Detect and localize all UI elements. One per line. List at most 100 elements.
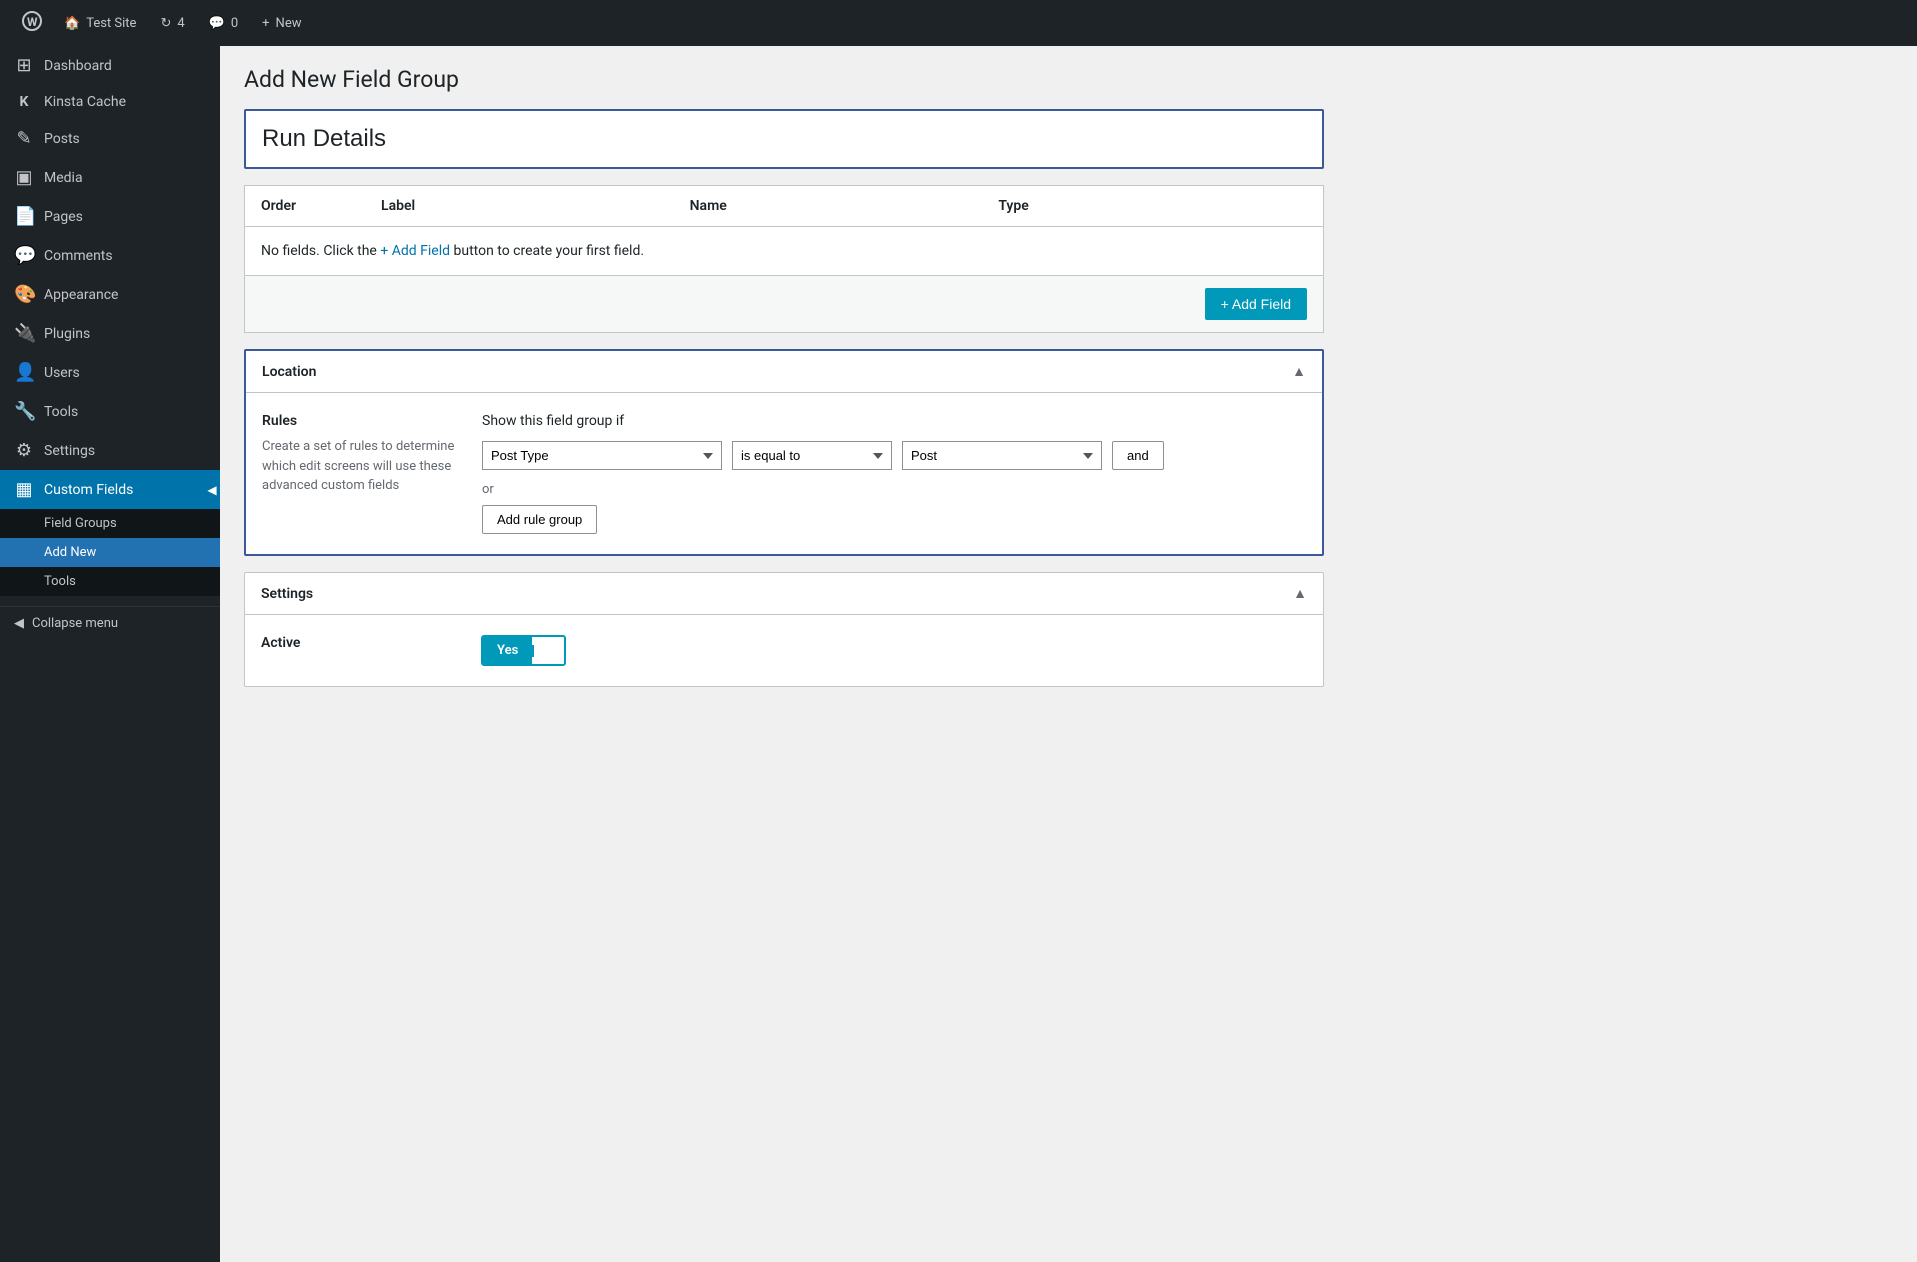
and-button[interactable]: and [1112, 441, 1164, 470]
toggle-yes: Yes [483, 637, 532, 664]
field-group-title-input[interactable] [246, 111, 1322, 167]
rules-title: Rules [262, 413, 462, 429]
add-rule-group-button[interactable]: Add rule group [482, 505, 597, 534]
location-body: Rules Create a set of rules to determine… [246, 393, 1322, 554]
sidebar: ⊞ Dashboard K Kinsta Cache ✎ Posts ▣ Med… [0, 46, 220, 1262]
sidebar-item-appearance[interactable]: 🎨 Appearance [0, 275, 220, 314]
sidebar-submenu-custom-fields: Field Groups Add New Tools [0, 509, 220, 596]
page-title: Add New Field Group [244, 66, 1893, 93]
active-toggle-wrap: Yes [481, 635, 566, 666]
sidebar-item-label: Dashboard [44, 58, 112, 74]
title-input-wrap [244, 109, 1324, 169]
topbar: W 🏠 Test Site ↻ 4 💬 0 + New [0, 0, 1917, 46]
media-icon: ▣ [14, 167, 34, 188]
plugins-icon: 🔌 [14, 323, 34, 344]
sidebar-item-label: Media [44, 170, 83, 186]
kinsta-icon: K [14, 94, 34, 110]
sidebar-item-label: Appearance [44, 287, 118, 303]
sidebar-submenu-field-groups[interactable]: Field Groups [0, 509, 220, 538]
sidebar-item-plugins[interactable]: 🔌 Plugins [0, 314, 220, 353]
col-name: Name [690, 198, 999, 214]
show-if-label: Show this field group if [482, 413, 1306, 429]
settings-collapse-icon[interactable]: ▲ [1293, 585, 1307, 602]
fields-empty-message: No fields. Click the + Add Field button … [245, 227, 1323, 275]
active-toggle[interactable]: Yes [481, 635, 566, 666]
rules-desc: Create a set of rules to determine which… [262, 437, 462, 496]
location-header: Location ▲ [246, 351, 1322, 393]
sidebar-item-label: Custom Fields [44, 482, 133, 498]
main-content: Add New Field Group Order Label Name Typ… [220, 46, 1917, 1262]
fields-table-box: Order Label Name Type No fields. Click t… [244, 185, 1324, 333]
settings-body: Active Yes [245, 615, 1323, 686]
sidebar-item-kinsta[interactable]: K Kinsta Cache [0, 85, 220, 119]
sidebar-arrow-icon: ◀ [204, 470, 220, 509]
sidebar-item-label: Users [44, 365, 80, 381]
tools-sub-label: Tools [44, 574, 76, 589]
collapse-label: Collapse menu [32, 616, 118, 631]
topbar-new[interactable]: + New [250, 0, 313, 46]
sidebar-item-settings[interactable]: ⚙ Settings [0, 431, 220, 470]
active-label: Active [261, 635, 461, 666]
home-icon: 🏠 [64, 16, 80, 31]
sidebar-item-label: Posts [44, 131, 80, 147]
sidebar-item-label: Settings [44, 443, 95, 459]
fields-table-header: Order Label Name Type [245, 186, 1323, 227]
settings-title: Settings [261, 586, 313, 602]
svg-text:W: W [27, 15, 38, 29]
topbar-updates[interactable]: ↻ 4 [148, 0, 196, 46]
appearance-icon: 🎨 [14, 284, 34, 305]
topbar-site-name[interactable]: 🏠 Test Site [52, 0, 148, 46]
fields-footer: + Add Field [245, 275, 1323, 332]
sidebar-item-media[interactable]: ▣ Media [0, 158, 220, 197]
add-new-label: Add New [44, 545, 96, 560]
users-icon: 👤 [14, 362, 34, 383]
plus-icon: + [262, 16, 269, 31]
rule-operator-select[interactable]: is equal to is not equal to [732, 441, 892, 470]
add-field-link[interactable]: + Add Field [380, 243, 450, 259]
settings-icon: ⚙ [14, 440, 34, 461]
col-order: Order [261, 198, 381, 214]
location-section: Location ▲ Rules Create a set of rules t… [244, 349, 1324, 556]
settings-header: Settings ▲ [245, 573, 1323, 615]
wp-logo[interactable]: W [12, 11, 52, 36]
collapse-icon: ◀ [14, 616, 24, 631]
sidebar-item-label: Tools [44, 404, 78, 420]
custom-fields-icon: ▦ [14, 479, 34, 500]
sidebar-item-label: Comments [44, 248, 113, 264]
posts-icon: ✎ [14, 128, 34, 149]
sidebar-item-users[interactable]: 👤 Users [0, 353, 220, 392]
sidebar-item-label: Plugins [44, 326, 90, 342]
sidebar-item-custom-fields[interactable]: ▦ Custom Fields ◀ [0, 470, 220, 509]
rules-content-col: Show this field group if Post Type Page … [482, 413, 1306, 534]
sidebar-item-comments[interactable]: 💬 Comments [0, 236, 220, 275]
rules-description-col: Rules Create a set of rules to determine… [262, 413, 462, 534]
location-title: Location [262, 364, 316, 380]
sidebar-submenu-tools[interactable]: Tools [0, 567, 220, 596]
sidebar-item-dashboard[interactable]: ⊞ Dashboard [0, 46, 220, 85]
topbar-comments[interactable]: 💬 0 [197, 0, 251, 46]
rule-value-select[interactable]: Post Page Attachment [902, 441, 1102, 470]
sidebar-item-label: Pages [44, 209, 83, 225]
add-field-button[interactable]: + Add Field [1205, 288, 1307, 320]
col-label: Label [381, 198, 690, 214]
or-label: or [482, 482, 1306, 497]
settings-section: Settings ▲ Active Yes [244, 572, 1324, 687]
sidebar-item-tools[interactable]: 🔧 Tools [0, 392, 220, 431]
col-type: Type [998, 198, 1307, 214]
sidebar-submenu-add-new[interactable]: Add New [0, 538, 220, 567]
rule-row-1: Post Type Page Template Post Category Po… [482, 441, 1306, 470]
sidebar-item-pages[interactable]: 📄 Pages [0, 197, 220, 236]
collapse-menu[interactable]: ◀ Collapse menu [0, 606, 220, 640]
pages-icon: 📄 [14, 206, 34, 227]
rule-param-select[interactable]: Post Type Page Template Post Category Po… [482, 441, 722, 470]
updates-icon: ↻ [160, 16, 171, 31]
toggle-no [532, 645, 564, 657]
sidebar-item-label: Kinsta Cache [44, 94, 126, 110]
sidebar-item-posts[interactable]: ✎ Posts [0, 119, 220, 158]
dashboard-icon: ⊞ [14, 55, 34, 76]
comments-nav-icon: 💬 [14, 245, 34, 266]
field-groups-label: Field Groups [44, 516, 117, 531]
location-collapse-icon[interactable]: ▲ [1292, 363, 1306, 380]
tools-icon: 🔧 [14, 401, 34, 422]
comments-icon: 💬 [209, 16, 225, 31]
